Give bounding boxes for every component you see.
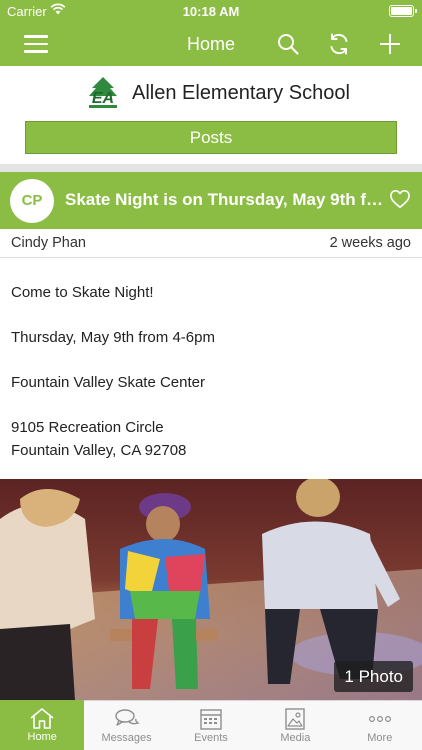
post-body: Come to Skate Night! Thursday, May 9th f… (11, 282, 411, 462)
post-header[interactable]: CP Skate Night is on Thursday, May 9th f… (0, 172, 422, 229)
chat-icon (114, 709, 140, 726)
post-body-line: Fountain Valley, CA 92708 (11, 441, 187, 459)
post-body-line: Fountain Valley Skate Center (11, 374, 205, 391)
plus-icon[interactable] (378, 32, 402, 56)
post-body-line: Come to Skate Night! (11, 284, 154, 301)
post-title[interactable]: Skate Night is on Thursday, May 9th from… (65, 190, 385, 210)
calendar-icon (200, 709, 222, 730)
school-logo: EA (89, 77, 117, 108)
post-meta: Cindy Phan 2 weeks ago (0, 229, 422, 258)
post-author: Cindy Phan (11, 235, 86, 251)
post-body-line: 9105 Recreation Circle (11, 419, 164, 436)
tab-label: Events (194, 732, 228, 744)
search-icon[interactable] (276, 32, 300, 56)
post-body-line: Thursday, May 9th from 4-6pm (11, 329, 215, 346)
section-divider (0, 164, 422, 172)
clock: 10:18 AM (182, 4, 240, 19)
ellipsis-icon (368, 716, 391, 723)
tab-messages[interactable]: Messages (84, 701, 168, 750)
refresh-icon[interactable] (327, 32, 351, 56)
tab-bar: Home Messages Events Media More (0, 700, 422, 750)
page-title: Home (186, 34, 235, 54)
navigation-bar: Home (0, 22, 422, 66)
app-screen: Carrier 10:18 AM Home EA Allen Elementar… (0, 0, 422, 750)
svg-text:EA: EA (92, 90, 114, 107)
author-avatar: CP (10, 179, 54, 223)
tab-label: More (367, 732, 393, 744)
home-icon (30, 708, 54, 729)
tab-label: Home (27, 731, 57, 743)
battery-icon (389, 5, 417, 17)
post-photo[interactable]: 1 Photo (0, 479, 422, 700)
tab-label: Messages (101, 732, 152, 744)
tab-label: Media (280, 732, 311, 744)
tab-media[interactable]: Media (253, 701, 337, 750)
post-timestamp: 2 weeks ago (329, 235, 411, 251)
tab-home[interactable]: Home (0, 700, 85, 750)
image-icon (285, 708, 306, 730)
school-header: EA Allen Elementary School Posts (0, 66, 422, 164)
tab-more[interactable]: More (338, 701, 422, 750)
heart-icon[interactable] (389, 189, 411, 209)
posts-button[interactable]: Posts (25, 121, 397, 154)
tab-events[interactable]: Events (169, 701, 253, 750)
status-bar: Carrier 10:18 AM (0, 0, 422, 22)
top-bar: Carrier 10:18 AM Home (0, 0, 422, 66)
school-name: Allen Elementary School (132, 82, 350, 104)
photo-count-badge[interactable]: 1 Photo (334, 661, 413, 692)
